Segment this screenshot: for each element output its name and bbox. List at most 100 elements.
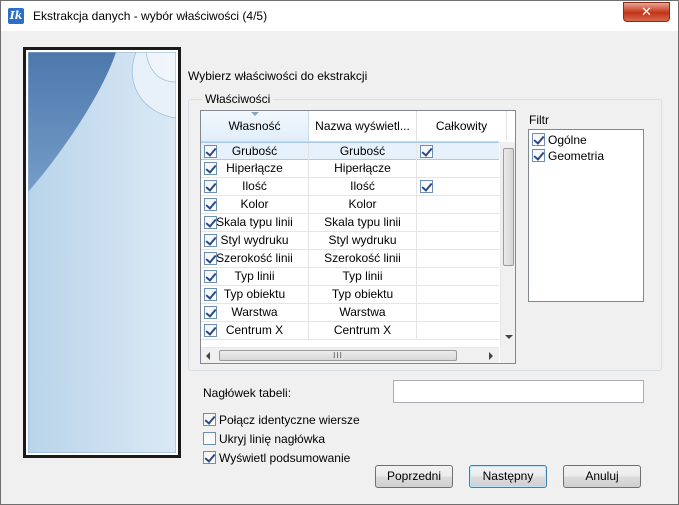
option-hide-header-line[interactable]: Ukryj linię nagłówka (203, 431, 325, 447)
filter-item-label: Ogólne (548, 133, 587, 147)
cell-property[interactable]: Skala typu linii (201, 214, 309, 231)
filter-item-geometry[interactable]: Geometria (532, 148, 604, 164)
cell-total[interactable] (417, 196, 507, 213)
cell-display-name[interactable]: Kolor (309, 196, 417, 213)
scrollbar-thumb[interactable]: III (219, 350, 457, 361)
cell-total[interactable] (417, 322, 507, 339)
properties-grid[interactable]: Własność Nazwa wyświetl... Całkowity Gru… (200, 110, 516, 364)
display-name: Skala typu linii (324, 215, 401, 229)
table-row[interactable]: Warstwa Warstwa (201, 304, 507, 322)
cell-display-name[interactable]: Grubość (309, 143, 417, 160)
back-button[interactable]: Poprzedni (375, 465, 453, 488)
table-row[interactable]: Typ obiektu Typ obiektu (201, 286, 507, 304)
column-header-total[interactable]: Całkowity (417, 111, 507, 141)
cell-display-name[interactable]: Styl wydruku (309, 232, 417, 249)
table-row[interactable]: Szerokość linii Szerokość linii (201, 250, 507, 268)
column-header-property[interactable]: Własność (201, 111, 309, 141)
display-name: Styl wydruku (328, 233, 397, 247)
checkbox[interactable] (203, 451, 216, 465)
checkbox[interactable] (203, 413, 216, 427)
table-row[interactable]: Skala typu linii Skala typu linii (201, 214, 507, 232)
option-label: Wyświetl podsumowanie (219, 451, 351, 465)
row-checkbox[interactable] (204, 145, 217, 158)
close-button[interactable]: ✕ (623, 2, 670, 22)
table-row[interactable]: Kolor Kolor (201, 196, 507, 214)
total-checkbox[interactable] (420, 145, 433, 158)
cell-total[interactable] (417, 178, 507, 195)
cell-property[interactable]: Ilość (201, 178, 309, 195)
cancel-button[interactable]: Anuluj (563, 465, 641, 488)
cell-display-name[interactable]: Skala typu linii (309, 214, 417, 231)
filter-item-general[interactable]: Ogólne (532, 132, 587, 148)
property-name: Szerokość linii (216, 251, 293, 265)
filter-label: Filtr (529, 113, 549, 127)
row-checkbox[interactable] (204, 306, 217, 319)
table-row[interactable]: Ilość Ilość (201, 178, 507, 196)
filter-list[interactable]: Ogólne Geometria (528, 129, 644, 302)
cell-total[interactable] (417, 286, 507, 303)
cell-property[interactable]: Grubość (201, 143, 309, 160)
column-header-display-name[interactable]: Nazwa wyświetl... (309, 111, 417, 141)
table-row[interactable]: Hiperłącze Hiperłącze (201, 160, 507, 178)
dialog-window: Ik Ekstrakcja danych - wybór właściwości… (0, 0, 679, 505)
cell-property[interactable]: Styl wydruku (201, 232, 309, 249)
table-header-input[interactable] (393, 380, 644, 403)
row-checkbox[interactable] (204, 162, 217, 175)
property-name: Kolor (240, 197, 269, 211)
cell-total[interactable] (417, 143, 507, 160)
row-checkbox[interactable] (204, 234, 217, 247)
cell-display-name[interactable]: Typ obiektu (309, 286, 417, 303)
scroll-left-icon[interactable] (206, 352, 210, 360)
cell-property[interactable]: Szerokość linii (201, 250, 309, 267)
option-show-summary[interactable]: Wyświetl podsumowanie (203, 450, 355, 466)
cell-display-name[interactable]: Hiperłącze (309, 160, 417, 177)
cell-total[interactable] (417, 268, 507, 285)
table-row[interactable]: Styl wydruku Styl wydruku (201, 232, 507, 250)
cell-total[interactable] (417, 214, 507, 231)
checkbox[interactable] (532, 133, 545, 147)
cell-display-name[interactable]: Typ linii (309, 268, 417, 285)
row-checkbox[interactable] (204, 180, 217, 193)
cell-display-name[interactable]: Ilość (309, 178, 417, 195)
next-button[interactable]: Następny (469, 465, 547, 488)
cell-property[interactable]: Hiperłącze (201, 160, 309, 177)
checkbox[interactable] (203, 432, 216, 446)
cell-display-name[interactable]: Szerokość linii (309, 250, 417, 267)
table-row[interactable]: Grubość Grubość (201, 142, 507, 160)
cell-property[interactable]: Typ obiektu (201, 286, 309, 303)
row-checkbox[interactable] (204, 252, 217, 265)
scrollbar-thumb[interactable] (503, 148, 514, 266)
row-checkbox[interactable] (204, 216, 217, 229)
table-row[interactable]: Centrum X Centrum X (201, 322, 507, 340)
row-checkbox[interactable] (204, 198, 217, 211)
scroll-right-icon[interactable] (489, 352, 493, 360)
scroll-down-icon[interactable] (505, 335, 513, 339)
row-checkbox[interactable] (204, 288, 217, 301)
property-name: Typ obiektu (223, 287, 286, 301)
grid-horizontal-scrollbar[interactable]: III (201, 347, 499, 363)
close-icon: ✕ (641, 4, 652, 19)
row-checkbox[interactable] (204, 270, 217, 283)
cell-total[interactable] (417, 232, 507, 249)
cell-total[interactable] (417, 160, 507, 177)
dialog-client-area: Wybierz właściwości do ekstrakcji Właści… (8, 31, 671, 498)
total-checkbox[interactable] (420, 180, 433, 193)
title-bar[interactable]: Ik Ekstrakcja danych - wybór właściwości… (1, 1, 678, 31)
row-checkbox[interactable] (204, 324, 217, 337)
cell-property[interactable]: Centrum X (201, 322, 309, 339)
option-label: Połącz identyczne wiersze (219, 413, 360, 427)
cell-total[interactable] (417, 250, 507, 267)
column-header-label: Całkowity (435, 119, 488, 133)
cell-property[interactable]: Warstwa (201, 304, 309, 321)
cell-property[interactable]: Kolor (201, 196, 309, 213)
cell-property[interactable]: Typ linii (201, 268, 309, 285)
grid-vertical-scrollbar[interactable] (500, 142, 515, 347)
table-header-label: Nagłówek tabeli: (203, 386, 292, 400)
option-merge-identical-rows[interactable]: Połącz identyczne wiersze (203, 412, 360, 428)
cell-display-name[interactable]: Warstwa (309, 304, 417, 321)
checkbox[interactable] (532, 149, 545, 163)
cell-total[interactable] (417, 304, 507, 321)
table-row[interactable]: Typ linii Typ linii (201, 268, 507, 286)
cell-display-name[interactable]: Centrum X (309, 322, 417, 339)
scrollbar-grip: III (333, 351, 343, 360)
